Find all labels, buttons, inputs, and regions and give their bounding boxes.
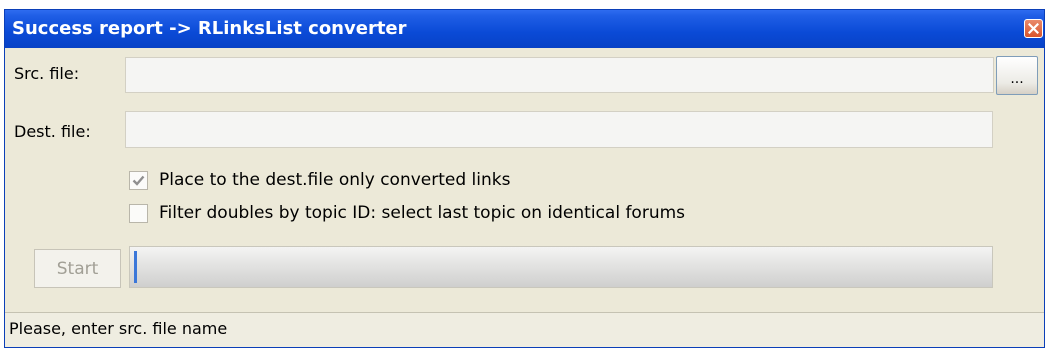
- window-title: Success report -> RLinksList converter: [12, 18, 407, 39]
- checkmark-icon: [132, 175, 145, 186]
- converter-window: Success report -> RLinksList converter S…: [4, 9, 1045, 348]
- close-icon: [1028, 23, 1039, 34]
- converted-links-only-checkbox[interactable]: [129, 171, 148, 190]
- src-file-label: Src. file:: [14, 64, 80, 83]
- browse-button[interactable]: ...: [996, 56, 1038, 95]
- progress-bar: [129, 246, 993, 288]
- status-bar: Please, enter src. file name: [5, 312, 1044, 347]
- filter-doubles-label: Filter doubles by topic ID: select last …: [159, 203, 686, 223]
- status-text: Please, enter src. file name: [9, 319, 228, 338]
- filter-doubles-checkbox[interactable]: [129, 204, 148, 223]
- title-bar[interactable]: Success report -> RLinksList converter: [5, 10, 1044, 48]
- start-button[interactable]: Start: [34, 249, 121, 288]
- src-file-input[interactable]: [125, 57, 994, 93]
- dest-file-label: Dest. file:: [14, 122, 91, 141]
- dest-file-input[interactable]: [125, 111, 993, 148]
- close-button[interactable]: [1024, 19, 1043, 38]
- converted-links-only-label: Place to the dest.file only converted li…: [159, 170, 511, 190]
- progress-caret: [134, 251, 137, 283]
